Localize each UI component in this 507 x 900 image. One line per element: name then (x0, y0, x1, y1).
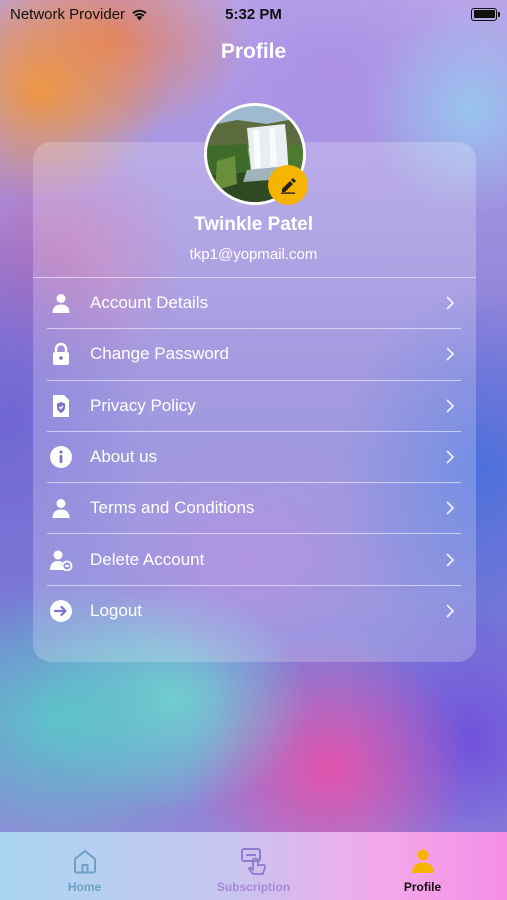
logout-icon (48, 598, 74, 624)
lock-icon (48, 341, 74, 367)
wifi-icon (132, 9, 147, 20)
carrier-name: Network Provider (10, 5, 126, 23)
pencil-icon (281, 178, 296, 194)
menu-item-label: Logout (90, 601, 142, 621)
user-icon (48, 495, 74, 521)
shield-document-icon (48, 393, 74, 419)
battery-icon (471, 7, 500, 21)
status-bar: Network Provider 5:32 PM (0, 0, 507, 28)
chevron-right-icon (443, 347, 457, 361)
menu-item-label: About us (90, 447, 158, 467)
menu-item-privacy-policy[interactable]: Privacy Policy (47, 381, 461, 432)
user-name: Twinkle Patel (194, 214, 313, 235)
subscription-icon (239, 846, 269, 876)
edit-avatar-button[interactable] (268, 165, 308, 205)
chevron-right-icon (443, 399, 457, 413)
info-icon (48, 444, 74, 470)
profile-menu: Account Details Change Password Privacy … (47, 278, 461, 637)
status-left: Network Provider (10, 6, 148, 23)
chevron-right-icon (443, 553, 457, 567)
menu-item-label: Privacy Policy (90, 395, 196, 415)
user-remove-icon (48, 547, 74, 573)
menu-item-terms-and-conditions[interactable]: Terms and Conditions (47, 483, 461, 535)
person-icon (408, 846, 438, 876)
chevron-right-icon (443, 604, 457, 618)
menu-item-label: Account Details (90, 293, 209, 313)
tab-profile[interactable]: Profile (338, 832, 507, 900)
tab-home[interactable]: Home (0, 832, 169, 900)
avatar-container (204, 103, 308, 205)
tab-label: Subscription (216, 880, 291, 894)
menu-item-label: Change Password (90, 344, 229, 364)
tab-subscription[interactable]: Subscription (169, 832, 338, 900)
chevron-right-icon (443, 501, 457, 515)
page-title: Profile (220, 40, 287, 63)
user-icon (48, 290, 74, 316)
menu-item-about-us[interactable]: About us (47, 432, 461, 484)
menu-item-label: Terms and Conditions (90, 498, 255, 518)
home-icon (70, 846, 100, 876)
tab-bar: Home Subscription Profile (0, 832, 507, 900)
menu-item-account-details[interactable]: Account Details (47, 278, 461, 330)
tab-label: Profile (403, 880, 442, 894)
menu-item-delete-account[interactable]: Delete Account (47, 534, 461, 586)
tab-label: Home (67, 880, 102, 894)
user-email: tkp1@yopmail.com (189, 246, 318, 263)
menu-item-logout[interactable]: Logout (47, 586, 461, 637)
chevron-right-icon (443, 450, 457, 464)
chevron-right-icon (443, 296, 457, 310)
menu-item-change-password[interactable]: Change Password (47, 329, 461, 381)
menu-item-label: Delete Account (90, 549, 205, 569)
